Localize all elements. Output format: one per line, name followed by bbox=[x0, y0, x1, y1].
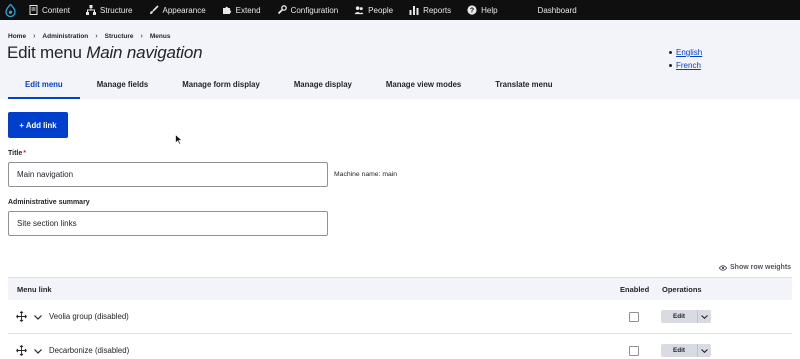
sitemap-icon bbox=[86, 5, 97, 15]
help-icon: ? bbox=[467, 5, 477, 15]
title-input-value: Main navigation bbox=[17, 170, 74, 179]
toolbar-appearance[interactable]: Appearance bbox=[141, 0, 214, 20]
edit-button[interactable]: Edit bbox=[661, 310, 697, 323]
drag-handle-icon[interactable] bbox=[16, 311, 27, 322]
menu-link-label[interactable]: Veolia group (disabled) bbox=[49, 312, 129, 321]
toolbar-reports[interactable]: Reports bbox=[401, 0, 459, 20]
menu-link-label[interactable]: Decarbonize (disabled) bbox=[49, 346, 129, 355]
tab-manage-display[interactable]: Manage display bbox=[277, 70, 369, 99]
document-icon bbox=[28, 5, 38, 15]
page-title-prefix: Edit menu bbox=[7, 43, 87, 62]
wrench-icon bbox=[277, 5, 287, 15]
chevron-down-icon bbox=[701, 314, 708, 319]
people-icon bbox=[354, 5, 364, 15]
toolbar-help-label: Help bbox=[481, 5, 498, 15]
chevron-right-icon: › bbox=[33, 33, 36, 40]
operations-dropbutton: Edit bbox=[661, 344, 711, 357]
drag-handle-icon[interactable] bbox=[16, 345, 27, 356]
mouse-cursor-icon bbox=[175, 132, 183, 150]
chevron-down-icon bbox=[701, 348, 708, 353]
title-field-label: Title* bbox=[8, 150, 26, 157]
toolbar-appearance-label: Appearance bbox=[162, 5, 206, 15]
puzzle-icon bbox=[222, 5, 232, 15]
add-link-button[interactable]: + Add link bbox=[8, 112, 68, 138]
language-item-english: English bbox=[669, 46, 702, 59]
primary-tabs: Edit menu Manage fields Manage form disp… bbox=[8, 70, 569, 99]
toolbar-content[interactable]: Content bbox=[20, 0, 78, 20]
breadcrumb-menus[interactable]: Menus bbox=[150, 33, 171, 40]
toolbar-configuration-label: Configuration bbox=[290, 5, 339, 15]
page-header: Home › Administration › Structure › Menu… bbox=[0, 20, 800, 99]
toolbar-help[interactable]: ? Help bbox=[459, 0, 505, 20]
summary-field-label: Administrative summary bbox=[8, 199, 90, 206]
title-label-text: Title bbox=[8, 150, 23, 157]
table-row: Veolia group (disabled) Edit bbox=[8, 300, 792, 334]
tab-edit-menu[interactable]: Edit menu bbox=[8, 70, 80, 99]
tab-manage-form-display[interactable]: Manage form display bbox=[165, 70, 277, 99]
toolbar-extend[interactable]: Extend bbox=[214, 0, 269, 20]
toolbar-configuration[interactable]: Configuration bbox=[269, 0, 347, 20]
operations-dropbutton: Edit bbox=[661, 310, 711, 323]
column-header-menu-link: Menu link bbox=[17, 284, 52, 294]
summary-input-value: Site section links bbox=[17, 219, 77, 228]
toolbar-reports-label: Reports bbox=[423, 5, 452, 15]
breadcrumb-home[interactable]: Home bbox=[8, 33, 26, 40]
table-header: Menu link Enabled Operations bbox=[8, 277, 792, 300]
drupal-logo-icon[interactable] bbox=[0, 0, 20, 20]
column-header-enabled: Enabled bbox=[620, 284, 650, 294]
chevron-right-icon: › bbox=[140, 33, 143, 40]
page-title-menu-name: Main navigation bbox=[86, 43, 203, 62]
enabled-checkbox[interactable] bbox=[629, 345, 639, 356]
machine-name: Machine name: main bbox=[334, 171, 398, 178]
toolbar-people[interactable]: People bbox=[346, 0, 401, 20]
enabled-checkbox[interactable] bbox=[629, 311, 639, 322]
toolbar-dashboard[interactable]: Dashboard bbox=[530, 0, 585, 20]
eye-icon bbox=[719, 264, 727, 271]
svg-text:?: ? bbox=[470, 8, 474, 15]
edit-button[interactable]: Edit bbox=[661, 344, 697, 357]
menu-links-table: Menu link Enabled Operations Veolia grou… bbox=[8, 277, 792, 359]
breadcrumb-structure[interactable]: Structure bbox=[105, 33, 134, 40]
summary-input[interactable]: Site section links bbox=[8, 211, 328, 236]
breadcrumb: Home › Administration › Structure › Menu… bbox=[8, 33, 170, 40]
title-input[interactable]: Main navigation bbox=[8, 162, 328, 187]
tab-manage-fields[interactable]: Manage fields bbox=[80, 70, 166, 99]
toolbar-structure-label: Structure bbox=[100, 5, 133, 15]
chevron-down-icon[interactable] bbox=[33, 346, 43, 356]
dropbutton-toggle[interactable] bbox=[697, 344, 711, 357]
language-item-french: French bbox=[669, 59, 702, 72]
dropbutton-toggle[interactable] bbox=[697, 310, 711, 323]
toolbar-people-label: People bbox=[368, 5, 394, 15]
tab-manage-view-modes[interactable]: Manage view modes bbox=[369, 70, 478, 99]
language-switcher: English French bbox=[669, 46, 702, 72]
language-link-english[interactable]: English bbox=[676, 48, 702, 57]
toolbar-dashboard-label: Dashboard bbox=[537, 5, 577, 15]
show-row-weights-button[interactable]: Show row weights bbox=[719, 264, 791, 271]
bar-chart-icon bbox=[409, 5, 419, 15]
chevron-right-icon: › bbox=[95, 33, 98, 40]
required-marker: * bbox=[23, 150, 26, 157]
toolbar-extend-label: Extend bbox=[235, 5, 261, 15]
show-row-weights-label: Show row weights bbox=[730, 264, 792, 271]
tab-translate-menu[interactable]: Translate menu bbox=[478, 70, 569, 99]
breadcrumb-administration[interactable]: Administration bbox=[42, 33, 88, 40]
toolbar-structure[interactable]: Structure bbox=[78, 0, 140, 20]
column-header-operations: Operations bbox=[662, 284, 702, 294]
chevron-down-icon[interactable] bbox=[33, 312, 43, 322]
admin-toolbar: Content Structure Appearance Extend Conf… bbox=[0, 0, 800, 20]
toolbar-content-label: Content bbox=[42, 5, 71, 15]
page-title: Edit menu Main navigation bbox=[7, 43, 203, 63]
language-link-french[interactable]: French bbox=[676, 61, 701, 70]
table-row: Decarbonize (disabled) Edit bbox=[8, 334, 792, 359]
brush-icon bbox=[149, 5, 159, 15]
